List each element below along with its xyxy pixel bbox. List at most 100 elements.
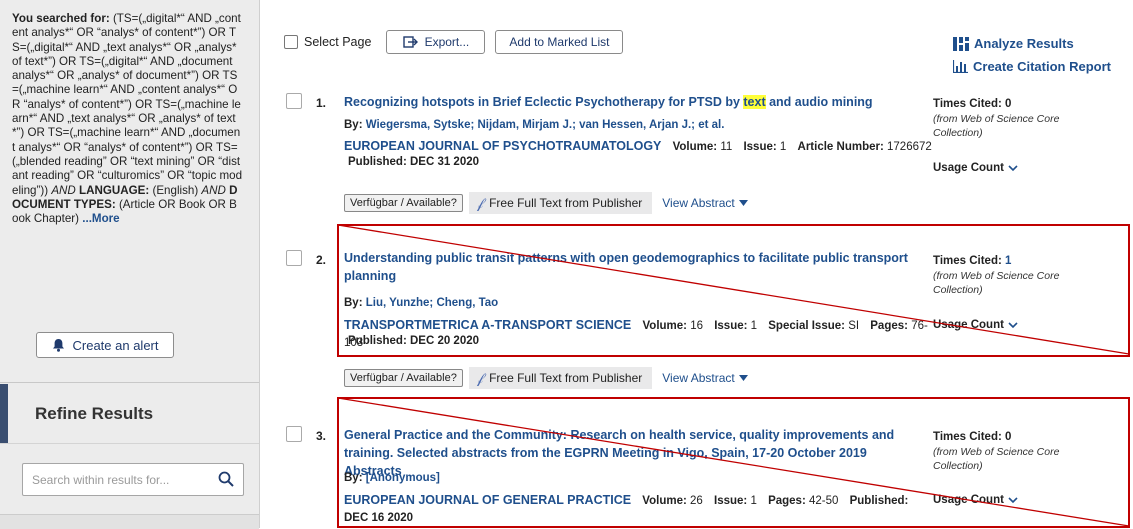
issue-value: 1 — [750, 495, 757, 507]
export-button[interactable]: Export... — [386, 30, 486, 54]
search-within-box — [22, 463, 244, 496]
analyze-icon — [953, 36, 969, 51]
add-to-marked-list-button[interactable]: Add to Marked List — [495, 30, 624, 54]
citation-source-note: (from Web of Science Core Collection) — [933, 270, 1060, 296]
chevron-down-icon — [1008, 321, 1018, 328]
record-actions: Verfügbar / Available? 𝒻 Free Full Text f… — [344, 192, 748, 214]
usage-count-label: Usage Count — [933, 494, 1004, 506]
record-title-text: and audio mining — [765, 95, 873, 109]
record-checkbox[interactable] — [286, 426, 302, 442]
pages-label: Pages: — [768, 495, 806, 507]
full-text-icon: 𝒻 — [476, 194, 484, 211]
results-panel: Select Page Export... Add to Marked List… — [260, 0, 1133, 528]
refine-results-title: Refine Results — [35, 404, 154, 423]
results-toolbar: Select Page Export... Add to Marked List — [284, 30, 624, 54]
query-segment: AND — [201, 183, 226, 197]
volume-label: Volume: — [642, 495, 687, 507]
times-cited: Times Cited: 0 — [933, 98, 1011, 110]
usage-count-label: Usage Count — [933, 319, 1004, 331]
availability-button[interactable]: Verfügbar / Available? — [344, 194, 463, 212]
query-segment: (TS=(„digital*“ AND „content analys*“ OR… — [12, 12, 243, 197]
refine-active-indicator — [0, 384, 8, 444]
times-cited: Times Cited: 1 — [933, 255, 1011, 267]
view-abstract-toggle[interactable]: View Abstract — [662, 371, 748, 385]
export-icon — [402, 36, 418, 48]
volume-label: Volume: — [672, 141, 718, 153]
usage-count-toggle[interactable]: Usage Count — [933, 162, 1018, 174]
journal-name[interactable]: TRANSPORTMETRICA A-TRANSPORT SCIENCE — [344, 318, 631, 332]
issue-label: Issue: — [714, 495, 748, 507]
query-segment: AND — [51, 183, 76, 197]
issue-value: 1 — [779, 141, 787, 153]
sidebar-divider — [0, 443, 259, 444]
times-cited-label: Times Cited: — [933, 255, 1002, 267]
search-icon[interactable] — [218, 471, 234, 487]
record-checkbox[interactable] — [286, 93, 302, 109]
article-number-value: 1726672 — [887, 141, 932, 153]
usage-count-toggle[interactable]: Usage Count — [933, 319, 1018, 331]
authors-text[interactable]: Liu, Yunzhe; Cheng, Tao — [366, 297, 498, 309]
search-query-text: (TS=(„digital*“ AND „content analys*“ OR… — [12, 12, 242, 225]
special-issue-label: Special Issue: — [768, 320, 845, 332]
record-title-link[interactable]: Understanding public transit patterns wi… — [344, 249, 914, 285]
journal-name[interactable]: EUROPEAN JOURNAL OF GENERAL PRACTICE — [344, 493, 631, 507]
search-within-input[interactable] — [23, 464, 208, 495]
view-abstract-toggle[interactable]: View Abstract — [662, 196, 748, 210]
bar-chart-icon — [953, 60, 968, 73]
bell-icon — [52, 339, 64, 352]
record-authors: By: Wiegersma, Sytske; Nijdam, Mirjam J.… — [344, 119, 724, 131]
times-cited-value[interactable]: 1 — [1005, 255, 1011, 267]
volume-value: 11 — [720, 141, 733, 153]
full-text-icon: 𝒻 — [476, 369, 484, 386]
record-title-link[interactable]: Recognizing hotspots in Brief Eclectic P… — [344, 93, 914, 111]
sidebar-next-section — [0, 514, 259, 529]
search-query-label: You searched for: — [12, 12, 110, 25]
sidebar: You searched for: (TS=(„digital*“ AND „c… — [0, 0, 260, 529]
journal-name[interactable]: EUROPEAN JOURNAL OF PSYCHOTRAUMATOLOGY — [344, 139, 661, 153]
record-number: 3. — [316, 429, 327, 443]
special-issue-value: SI — [848, 320, 860, 332]
by-label: By: — [344, 297, 363, 309]
more-link[interactable]: ...More — [82, 212, 119, 225]
free-full-text-button[interactable]: 𝒻 Free Full Text from Publisher — [468, 367, 653, 389]
create-citation-report-label: Create Citation Report — [973, 59, 1111, 74]
create-citation-report-link[interactable]: Create Citation Report — [953, 59, 1111, 74]
analyze-results-label: Analyze Results — [974, 36, 1074, 51]
volume-value: 26 — [690, 495, 703, 507]
authors-text[interactable]: [Anonymous] — [366, 472, 440, 484]
usage-count-toggle[interactable]: Usage Count — [933, 494, 1018, 506]
sidebar-divider — [0, 382, 259, 383]
issue-value: 1 — [750, 320, 758, 332]
caret-down-icon — [738, 200, 748, 206]
free-full-text-label: Free Full Text from Publisher — [489, 371, 643, 385]
authors-text[interactable]: Wiegersma, Sytske; Nijdam, Mirjam J.; va… — [366, 119, 725, 131]
record-checkbox[interactable] — [286, 250, 302, 266]
record-number: 1. — [316, 96, 327, 110]
by-label: By: — [344, 119, 363, 131]
view-abstract-label: View Abstract — [662, 371, 735, 385]
record-authors: By: [Anonymous] — [344, 472, 440, 484]
record-source: EUROPEAN JOURNAL OF PSYCHOTRAUMATOLOGY V… — [344, 138, 934, 156]
published-date: Published: DEC 31 2020 — [348, 156, 480, 168]
search-term-highlight: text — [743, 95, 766, 109]
record-title-text: Recognizing hotspots in Brief Eclectic P… — [344, 95, 744, 109]
availability-button[interactable]: Verfügbar / Available? — [344, 369, 463, 387]
select-page-checkbox[interactable] — [284, 35, 298, 49]
volume-label: Volume: — [642, 320, 687, 332]
times-cited-value: 0 — [1005, 98, 1012, 110]
times-cited: Times Cited: 0 — [933, 431, 1011, 443]
chevron-down-icon — [1008, 496, 1018, 503]
free-full-text-label: Free Full Text from Publisher — [489, 196, 643, 210]
free-full-text-button[interactable]: 𝒻 Free Full Text from Publisher — [468, 192, 653, 214]
chevron-down-icon — [1008, 164, 1018, 171]
caret-down-icon — [738, 375, 748, 381]
record-authors: By: Liu, Yunzhe; Cheng, Tao — [344, 297, 498, 309]
pages-label: Pages: — [870, 320, 908, 332]
volume-value: 16 — [690, 320, 703, 332]
record-source: EUROPEAN JOURNAL OF GENERAL PRACTICE Vol… — [344, 492, 934, 527]
by-label: By: — [344, 472, 363, 484]
article-number-label: Article Number: — [797, 141, 884, 153]
citation-source-note: (from Web of Science Core Collection) — [933, 113, 1060, 139]
create-alert-button[interactable]: Create an alert — [36, 332, 174, 358]
analyze-results-link[interactable]: Analyze Results — [953, 36, 1074, 51]
